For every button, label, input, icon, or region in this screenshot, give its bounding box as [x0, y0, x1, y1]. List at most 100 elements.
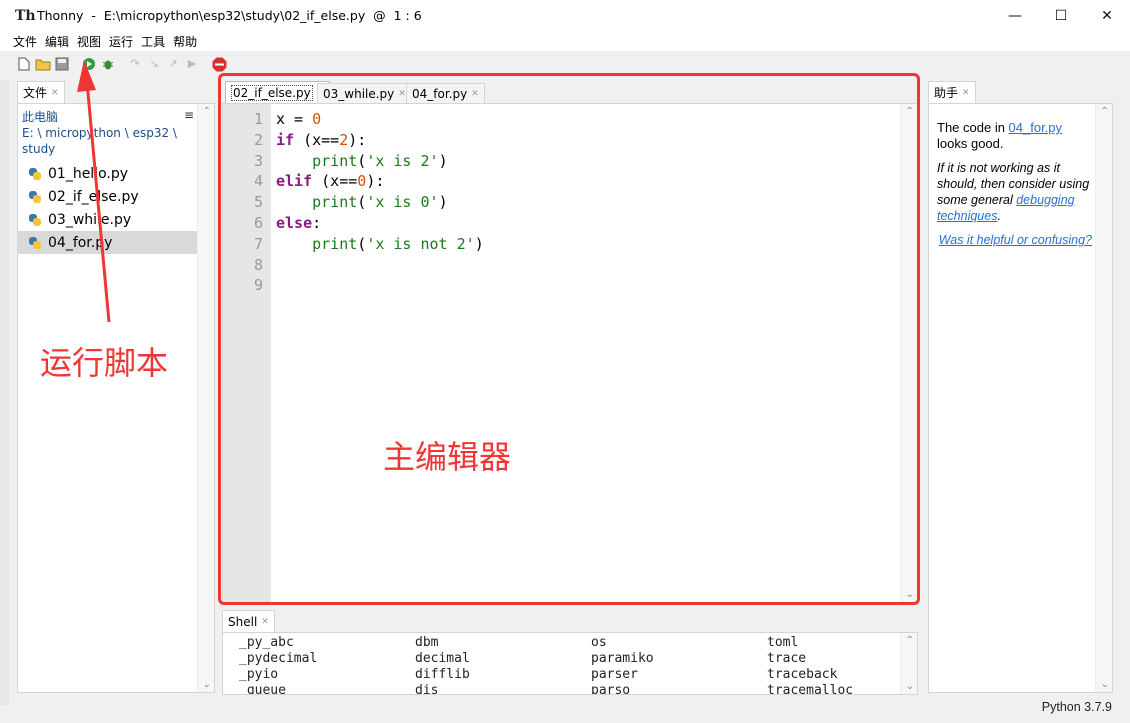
- assistant-panel: The code in 04_for.py looks good. If it …: [928, 103, 1113, 693]
- folder-open-icon: [35, 59, 51, 71]
- shell-cell: decimal: [415, 651, 470, 666]
- menu-help[interactable]: 帮助: [173, 33, 197, 50]
- save-icon: [55, 57, 69, 71]
- shell-cell: difflib: [415, 667, 470, 682]
- resume-icon: ▶: [187, 57, 197, 70]
- background-window-edge: [0, 80, 9, 705]
- file-item-selected[interactable]: 04_for.py: [18, 231, 198, 254]
- assistant-message: The code in 04_for.py looks good. If it …: [937, 120, 1092, 248]
- python-file-icon: [28, 213, 42, 227]
- title-bar: Th Thonny - E:\micropython\esp32\study\0…: [0, 0, 1130, 31]
- shell-output: _py_abc dbm os toml _pydecimal decimal p…: [239, 635, 907, 695]
- shell-cell: traceback: [767, 667, 838, 682]
- shell-cell: _pyio: [239, 667, 279, 682]
- menu-file[interactable]: 文件: [13, 33, 37, 50]
- new-file-icon: [18, 57, 30, 71]
- file-name: 01_hello.py: [48, 165, 129, 182]
- assistant-feedback: Was it helpful or confusing?: [937, 232, 1092, 248]
- menu-edit[interactable]: 编辑: [45, 33, 69, 50]
- tab-files-label: 文件: [23, 86, 48, 100]
- feedback-link[interactable]: Was it helpful or confusing?: [939, 233, 1092, 247]
- shell-cell: tracemalloc: [767, 683, 854, 695]
- save-button[interactable]: [54, 56, 70, 72]
- run-icon: [83, 58, 95, 70]
- debug-button[interactable]: [100, 56, 116, 72]
- tab-shell-label: Shell: [228, 614, 258, 629]
- file-item[interactable]: 02_if_else.py: [18, 185, 198, 208]
- scroll-up-icon[interactable]: ⌃: [906, 635, 914, 646]
- close-button[interactable]: ✕: [1084, 0, 1130, 31]
- shell-cell: parso: [591, 683, 631, 695]
- tab-assistant-label: 助手: [934, 86, 959, 100]
- resume-button[interactable]: ▶: [184, 56, 200, 72]
- main-editor-annotation: 主编辑器: [383, 438, 512, 476]
- interpreter-label[interactable]: Python 3.7.9: [1042, 700, 1112, 714]
- menu-view[interactable]: 视图: [77, 33, 101, 50]
- shell-cell: paramiko: [591, 651, 654, 666]
- assistant-text: looks good.: [937, 136, 1004, 151]
- shell-scrollbar[interactable]: ⌃ ⌄: [900, 633, 917, 694]
- new-file-button[interactable]: [16, 56, 32, 72]
- shell-cell: _queue: [239, 683, 286, 695]
- step-over-button[interactable]: ↷: [127, 56, 143, 72]
- file-name: 02_if_else.py: [48, 188, 139, 205]
- tab-files[interactable]: 文件 ✕: [17, 81, 65, 103]
- close-icon[interactable]: ✕: [261, 617, 269, 627]
- bug-icon: [102, 60, 114, 70]
- file-item[interactable]: 01_hello.py: [18, 162, 198, 185]
- minimize-button[interactable]: —: [992, 0, 1038, 31]
- python-file-icon: [28, 167, 42, 181]
- shell-cell: toml: [767, 635, 799, 650]
- stop-icon: [212, 57, 226, 71]
- assistant-text: The code in: [937, 120, 1009, 135]
- shell-cell: _py_abc: [239, 635, 294, 650]
- step-into-button[interactable]: ↘: [146, 56, 162, 72]
- editor-highlight-box: [218, 73, 920, 605]
- run-script-annotation: 运行脚本: [40, 344, 169, 382]
- folder-path[interactable]: E: \ micropython \ esp32 \ study: [22, 125, 187, 157]
- tab-assistant[interactable]: 助手 ✕: [928, 81, 976, 103]
- files-scrollbar[interactable]: ⌃ ⌄: [197, 104, 214, 692]
- scroll-up-icon[interactable]: ⌃: [1101, 106, 1109, 117]
- thonny-logo-icon: Th: [15, 7, 36, 24]
- scroll-down-icon[interactable]: ⌄: [1101, 679, 1109, 690]
- menu-bar: 文件 编辑 视图 运行 工具 帮助: [0, 31, 1130, 51]
- close-icon[interactable]: ✕: [962, 88, 970, 98]
- run-script-button[interactable]: [81, 56, 97, 72]
- assistant-scrollbar[interactable]: ⌃ ⌄: [1095, 104, 1112, 692]
- scroll-down-icon[interactable]: ⌄: [203, 679, 211, 690]
- maximize-button[interactable]: ☐: [1038, 0, 1084, 31]
- root-label[interactable]: 此电脑: [22, 109, 187, 125]
- scroll-down-icon[interactable]: ⌄: [906, 681, 914, 692]
- file-list: 01_hello.py 02_if_else.py 03_while.py 04…: [18, 162, 198, 254]
- assistant-text: .: [997, 209, 1001, 223]
- close-icon[interactable]: ✕: [51, 88, 59, 98]
- menu-run[interactable]: 运行: [109, 33, 133, 50]
- menu-tools[interactable]: 工具: [141, 33, 165, 50]
- files-panel: 此电脑 E: \ micropython \ esp32 \ study ≡ 0…: [17, 103, 215, 693]
- shell-cell: _pydecimal: [239, 651, 318, 666]
- shell-cell: parser: [591, 667, 638, 682]
- shell-cell: trace: [767, 651, 807, 666]
- status-bar: Python 3.7.9: [0, 697, 1130, 717]
- shell-cell: dbm: [415, 635, 439, 650]
- file-name: 04_for.py: [48, 234, 113, 251]
- python-file-icon: [28, 190, 42, 204]
- menu-icon[interactable]: ≡: [184, 108, 194, 122]
- shell-cell: dis: [415, 683, 439, 695]
- tab-shell[interactable]: Shell ✕: [222, 610, 275, 632]
- window-title: Thonny - E:\micropython\esp32\study\02_i…: [37, 8, 422, 23]
- stop-button[interactable]: [211, 56, 227, 72]
- file-link[interactable]: 04_for.py: [1009, 120, 1063, 135]
- open-file-button[interactable]: [35, 56, 51, 72]
- assistant-summary: The code in 04_for.py looks good.: [937, 120, 1092, 152]
- step-into-icon: ↘: [149, 57, 159, 70]
- shell-panel[interactable]: _py_abc dbm os toml _pydecimal decimal p…: [222, 632, 918, 695]
- scroll-up-icon[interactable]: ⌃: [203, 106, 211, 117]
- assistant-hint: If it is not working as it should, then …: [937, 160, 1092, 224]
- step-out-button[interactable]: ↗: [165, 56, 181, 72]
- files-location[interactable]: 此电脑 E: \ micropython \ esp32 \ study: [22, 109, 187, 157]
- shell-cell: os: [591, 635, 607, 650]
- file-item[interactable]: 03_while.py: [18, 208, 198, 231]
- step-out-icon: ↗: [168, 57, 178, 70]
